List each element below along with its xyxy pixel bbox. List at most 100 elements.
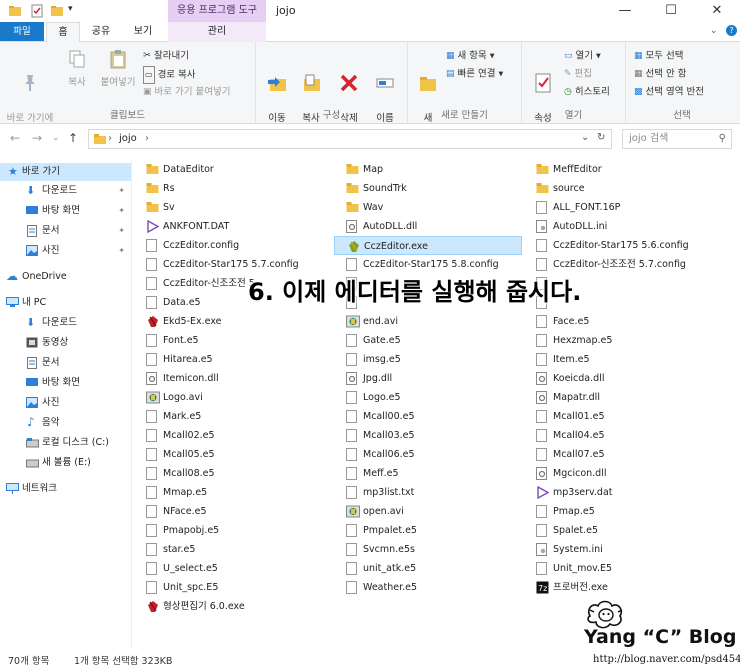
nav-pc-documents[interactable]: 문서: [0, 354, 131, 372]
file-item[interactable]: Mcall01.e5: [524, 407, 712, 426]
file-item[interactable]: Mgcicon.dll: [524, 464, 712, 483]
nav-network[interactable]: 네트워크: [0, 480, 131, 498]
copy-button[interactable]: 복사: [60, 48, 94, 89]
select-all-button[interactable]: ▦ 모두 선택: [634, 48, 684, 64]
file-item[interactable]: Sv: [134, 198, 322, 217]
file-item[interactable]: 7z 프로버전.exe: [524, 578, 712, 597]
file-item[interactable]: Rs: [134, 179, 322, 198]
file-item[interactable]: Koeicda.dll: [524, 369, 712, 388]
file-item[interactable]: Hexzmap.e5: [524, 331, 712, 350]
file-item[interactable]: Meff.e5: [334, 464, 522, 483]
nav-this-pc[interactable]: 내 PC: [0, 294, 131, 312]
tab-view[interactable]: 보기: [122, 22, 164, 42]
file-item[interactable]: Spalet.e5: [524, 521, 712, 540]
search-box[interactable]: jojo 검색 ⚲: [622, 129, 732, 149]
nav-documents-pinned[interactable]: 문서 ✦: [0, 222, 131, 240]
file-item[interactable]: mp3serv.dat: [524, 483, 712, 502]
file-item[interactable]: Weather.e5: [334, 578, 522, 597]
tab-share[interactable]: 공유: [84, 22, 118, 42]
close-button[interactable]: ✕: [694, 0, 740, 22]
new-folder-quick-icon[interactable]: [50, 4, 64, 18]
paste-shortcut-button[interactable]: ▣ 바로 가기 붙여넣기: [143, 84, 230, 100]
file-item[interactable]: AutoDLL.ini: [524, 217, 712, 236]
file-item[interactable]: Mcall02.e5: [134, 426, 322, 445]
file-item[interactable]: Gate.e5: [334, 331, 522, 350]
select-none-button[interactable]: ▦ 선택 안 함: [634, 66, 687, 82]
history-button[interactable]: ◷ 히스토리: [564, 84, 610, 100]
file-item[interactable]: CczEditor-Star175 5.6.config: [524, 236, 712, 255]
up-arrow-icon[interactable]: ↑: [68, 131, 78, 145]
paste-button[interactable]: 붙여넣기: [96, 48, 140, 89]
tab-home[interactable]: 홈: [46, 22, 80, 43]
back-arrow-icon[interactable]: ←: [10, 131, 20, 145]
tab-file[interactable]: 파일: [0, 22, 44, 41]
file-item[interactable]: NFace.e5: [134, 502, 322, 521]
tab-manage[interactable]: 관리: [168, 22, 266, 42]
file-item[interactable]: Pmap.e5: [524, 502, 712, 521]
file-item[interactable]: AutoDLL.dll: [334, 217, 522, 236]
file-item[interactable]: Font.e5: [134, 331, 322, 350]
file-item[interactable]: Mcall05.e5: [134, 445, 322, 464]
file-item[interactable]: Mmap.e5: [134, 483, 322, 502]
file-item[interactable]: System.ini: [524, 540, 712, 559]
file-item[interactable]: CczEditor.config: [134, 236, 322, 255]
recent-locations-icon[interactable]: ⌄: [52, 133, 60, 143]
file-item[interactable]: Pmpalet.e5: [334, 521, 522, 540]
file-item[interactable]: Mark.e5: [134, 407, 322, 426]
file-item[interactable]: SoundTrk: [334, 179, 522, 198]
collapse-ribbon-icon[interactable]: ⌄: [710, 26, 718, 36]
address-segment-jojo[interactable]: jojo: [119, 133, 137, 144]
maximize-button[interactable]: ☐: [648, 0, 694, 22]
file-item[interactable]: ANKFONT.DAT: [134, 217, 322, 236]
nav-quick-access[interactable]: ★ 바로 가기: [0, 163, 131, 181]
file-item[interactable]: Mcall06.e5: [334, 445, 522, 464]
file-item[interactable]: 형상편집기 6.0.exe: [134, 597, 322, 616]
nav-pc-desktop[interactable]: 바탕 화면: [0, 374, 131, 392]
file-item[interactable]: imsg.e5: [334, 350, 522, 369]
new-item-button[interactable]: ▦ 새 항목 ▾: [446, 48, 495, 64]
file-item[interactable]: star.e5: [134, 540, 322, 559]
file-item[interactable]: Ekd5-Ex.exe: [134, 312, 322, 331]
file-item[interactable]: DataEditor: [134, 160, 322, 179]
file-item[interactable]: Unit_spc.E5: [134, 578, 322, 597]
file-item[interactable]: Item.e5: [524, 350, 712, 369]
file-item[interactable]: Mcall00.e5: [334, 407, 522, 426]
file-item[interactable]: Mapatr.dll: [524, 388, 712, 407]
file-item[interactable]: Pmapobj.e5: [134, 521, 322, 540]
file-item[interactable]: source: [524, 179, 712, 198]
file-item[interactable]: Face.e5: [524, 312, 712, 331]
nav-pc-music[interactable]: ♪ 음악: [0, 414, 131, 432]
file-item[interactable]: CczEditor.exe: [334, 236, 522, 255]
forward-arrow-icon[interactable]: →: [32, 131, 42, 145]
help-icon[interactable]: ?: [726, 25, 737, 36]
nav-desktop-pinned[interactable]: 바탕 화면 ✦: [0, 202, 131, 220]
file-item[interactable]: Logo.e5: [334, 388, 522, 407]
copy-path-button[interactable]: ▭ 경로 복사: [143, 66, 196, 84]
properties-quick-icon[interactable]: [30, 4, 44, 18]
nav-onedrive[interactable]: ☁ OneDrive: [0, 268, 131, 286]
file-item[interactable]: Unit_mov.E5: [524, 559, 712, 578]
nav-local-disk-c[interactable]: 로컬 디스크 (C:): [0, 434, 131, 452]
file-item[interactable]: end.avi: [334, 312, 522, 331]
file-item[interactable]: Logo.avi: [134, 388, 322, 407]
file-item[interactable]: Mcall08.e5: [134, 464, 322, 483]
file-item[interactable]: ALL_FONT.16P: [524, 198, 712, 217]
file-item[interactable]: Map: [334, 160, 522, 179]
file-item[interactable]: Wav: [334, 198, 522, 217]
invert-selection-button[interactable]: ▩ 선택 영역 반전: [634, 84, 704, 100]
nav-pictures-pinned[interactable]: 사진 ✦: [0, 242, 131, 260]
address-dropdown-icon[interactable]: ⌄: [581, 132, 589, 143]
file-item[interactable]: Mcall07.e5: [524, 445, 712, 464]
edit-button[interactable]: ✎ 편집: [564, 66, 592, 82]
nav-volume-e[interactable]: 새 볼륨 (E:): [0, 454, 131, 472]
file-item[interactable]: Mcall03.e5: [334, 426, 522, 445]
file-item[interactable]: Hitarea.e5: [134, 350, 322, 369]
quick-access-dropdown-icon[interactable]: ▾: [68, 4, 73, 18]
nav-downloads-pinned[interactable]: ⬇ 다운로드 ✦: [0, 182, 131, 200]
address-bar[interactable]: › jojo › ⌄ ↻: [88, 129, 612, 149]
file-item[interactable]: U_select.e5: [134, 559, 322, 578]
file-item[interactable]: Itemicon.dll: [134, 369, 322, 388]
file-item[interactable]: open.avi: [334, 502, 522, 521]
file-item[interactable]: Svcmn.e5s: [334, 540, 522, 559]
open-button[interactable]: ▭ 열기 ▾: [564, 48, 601, 64]
